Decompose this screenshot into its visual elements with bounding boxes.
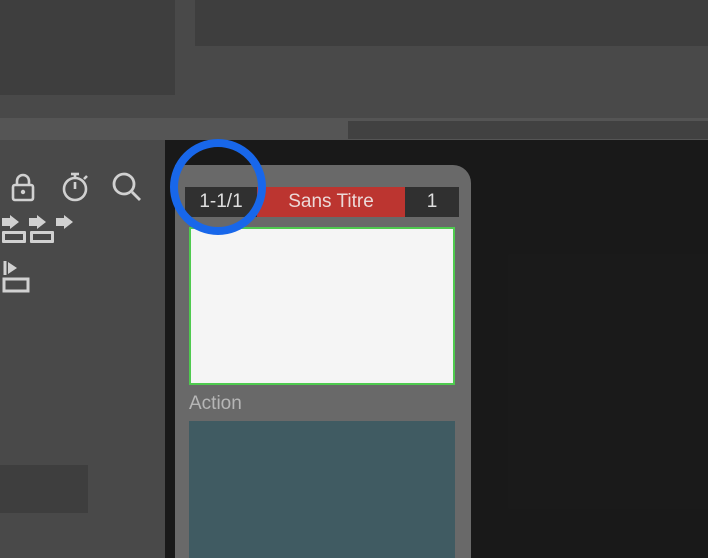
top-shade-left — [0, 0, 175, 95]
mini-frame-icon — [2, 231, 26, 243]
action-section-body[interactable] — [189, 421, 455, 558]
panel-thumbnail[interactable] — [189, 227, 455, 385]
top-shade-right — [195, 0, 708, 46]
mini-frame-icon — [30, 231, 54, 243]
insert-frames-icon[interactable] — [2, 215, 82, 249]
step-icon[interactable] — [2, 259, 42, 293]
panel-header: 1-1/1 Sans Titre 1 — [185, 187, 459, 217]
stopwatch-icon[interactable] — [58, 170, 92, 204]
lock-icon[interactable] — [6, 170, 40, 204]
bottom-left-block — [0, 465, 88, 513]
magnifier-icon[interactable] — [110, 170, 144, 204]
action-section-label: Action — [189, 393, 242, 415]
frame-range-label[interactable]: 1-1/1 — [185, 187, 257, 217]
top-band — [0, 118, 708, 140]
top-region — [0, 0, 708, 118]
tool-row — [0, 167, 165, 207]
storyboard-panel[interactable]: 1-1/1 Sans Titre 1 Action — [175, 165, 471, 558]
panel-count[interactable]: 1 — [405, 187, 459, 217]
top-band-bar — [348, 121, 708, 139]
panel-title[interactable]: Sans Titre — [257, 187, 405, 217]
